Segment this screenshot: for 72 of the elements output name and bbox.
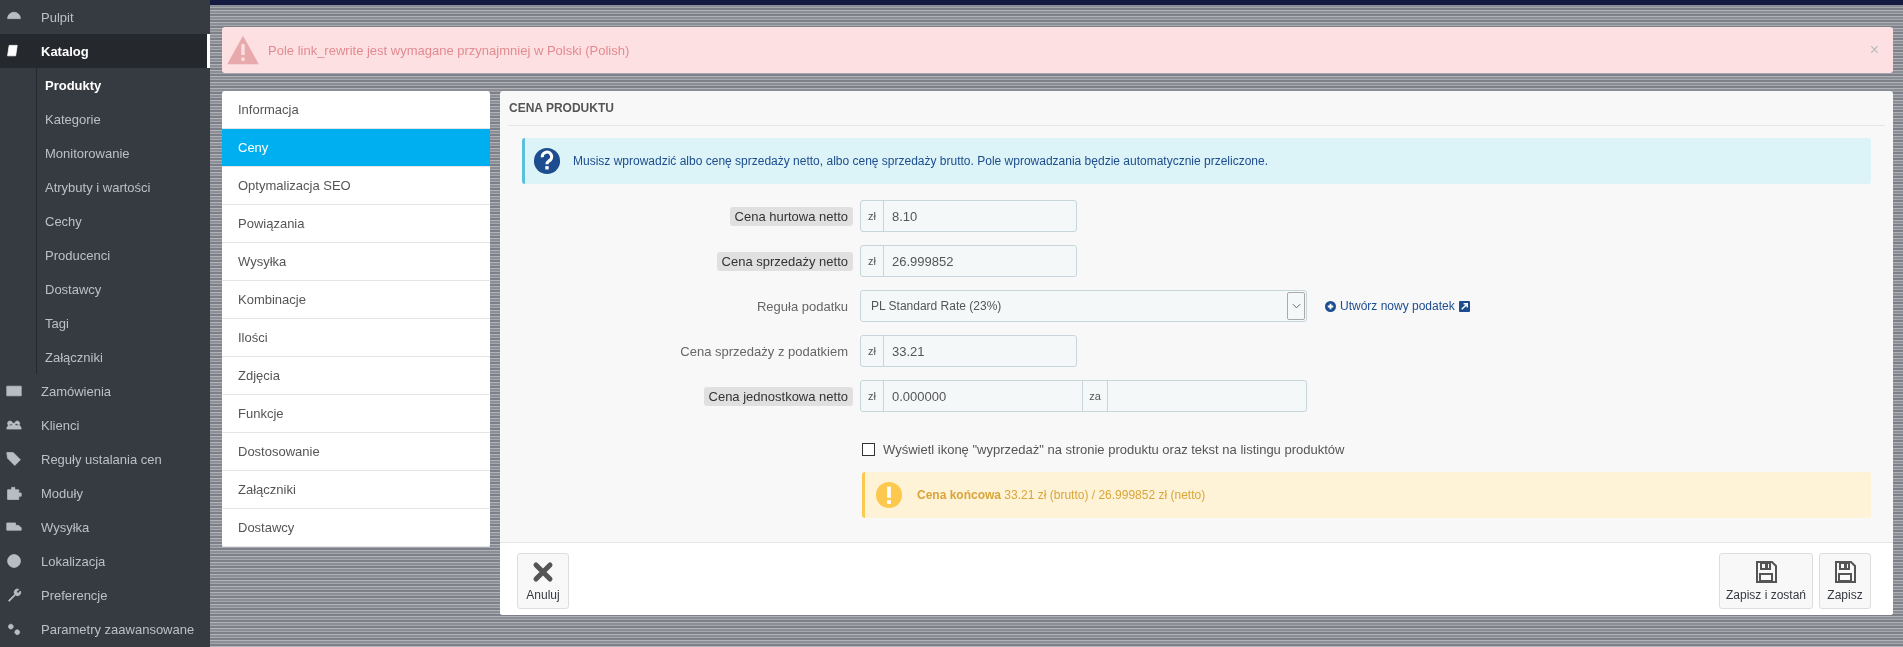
price-input[interactable]: 8.10: [884, 201, 1076, 231]
tab[interactable]: Optymalizacja SEO: [222, 167, 490, 205]
close-icon: [531, 560, 555, 584]
sidebar-item[interactable]: Zamówienia: [0, 374, 210, 408]
error-message: Pole link_rewrite jest wymagane przynajmniej w Polski (Polish): [268, 42, 631, 58]
tab[interactable]: Dostawcy: [222, 509, 490, 547]
exclamation-icon: [875, 481, 903, 509]
tax-rule-select[interactable]: PL Standard Rate (23%): [860, 290, 1307, 322]
sidebar-item[interactable]: Reguły ustalania cen: [0, 442, 210, 476]
field-label: Cena sprzedaży netto: [716, 251, 853, 271]
sidebar-item[interactable]: Katalog: [0, 34, 210, 68]
price-field[interactable]: zł 26.999852: [860, 245, 1077, 277]
currency-label: zł: [861, 381, 884, 411]
info-message: Musisz wprowadzić albo cenę sprzedaży netto, albo cenę sprzedaży brutto. Pole wprowadzania będzie automatycznie przeliczone.: [573, 154, 1269, 168]
tab[interactable]: Powiązania: [222, 205, 490, 243]
tab[interactable]: Ilości: [222, 319, 490, 357]
currency-label: zł: [861, 246, 884, 276]
sidebar-item[interactable]: Wysyłka: [0, 510, 210, 544]
warning-icon: [226, 35, 260, 65]
question-icon: [533, 147, 561, 175]
price-field[interactable]: zł 0.000000 za: [860, 380, 1307, 412]
submenu-item[interactable]: Atrybuty i wartości: [37, 170, 210, 204]
submenu-item[interactable]: Dostawcy: [37, 272, 210, 306]
field-label: Cena hurtowa netto: [729, 206, 853, 226]
sidebar-item[interactable]: Preferencje: [0, 578, 210, 612]
submenu-item[interactable]: Kategorie: [37, 102, 210, 136]
sidebar-item[interactable]: Klienci: [0, 408, 210, 442]
submenu-item[interactable]: Produkty: [37, 68, 210, 102]
tab[interactable]: Załączniki: [222, 471, 490, 509]
menu-item-icon: [6, 587, 22, 603]
checkbox-label: Wyświetl ikonę "wyprzedaż" na stronie produktu oraz tekst na listingu produktów: [883, 442, 1345, 457]
menu-item-icon: [6, 553, 22, 569]
submenu-item[interactable]: Producenci: [37, 238, 210, 272]
currency-label: zł: [861, 336, 884, 366]
tab[interactable]: Wysyłka: [222, 243, 490, 281]
save-button[interactable]: Zapisz i zostań: [1718, 553, 1813, 609]
external-link-icon: [1458, 300, 1470, 312]
sidebar-item[interactable]: Parametry zaawansowane: [0, 612, 210, 646]
menu-item-icon: [6, 621, 22, 637]
tab[interactable]: Kombinacje: [222, 281, 490, 319]
unit-label: za: [1082, 381, 1108, 411]
checkbox[interactable]: [862, 443, 875, 456]
field-label: Cena sprzedaży z podatkiem: [679, 342, 849, 361]
currency-label: zł: [861, 201, 884, 231]
plus-icon: [1325, 300, 1336, 312]
tab[interactable]: Funkcje: [222, 395, 490, 433]
menu-item-icon: [6, 451, 22, 467]
tab[interactable]: Dostosowanie: [222, 433, 490, 471]
field-label: Reguła podatku: [755, 297, 849, 316]
final-price-text: Cena końcowa 33.21 zł (brutto) / 26.999852 zł (netto): [917, 488, 1206, 502]
sidebar-item[interactable]: Moduły: [0, 476, 210, 510]
panel-title: CENA PRODUKTU: [508, 91, 1885, 126]
price-input[interactable]: 26.999852: [884, 246, 1076, 276]
sidebar-item[interactable]: Lokalizacja: [0, 544, 210, 578]
caret-icon: [1291, 303, 1301, 309]
cancel-button[interactable]: Anuluj: [517, 553, 569, 609]
submenu-item[interactable]: Cechy: [37, 204, 210, 238]
submenu-item[interactable]: Monitorowanie: [37, 136, 210, 170]
tab[interactable]: Zdjęcia: [222, 357, 490, 395]
field-label: Cena jednostkowa netto: [703, 386, 853, 406]
price-field[interactable]: zł 8.10: [860, 200, 1077, 232]
menu-item-icon: [6, 485, 22, 501]
price-input[interactable]: 0.000000: [884, 381, 1082, 411]
submenu-item[interactable]: Załączniki: [37, 340, 210, 374]
price-field[interactable]: zł 33.21: [860, 335, 1077, 367]
menu-item-icon: [6, 383, 22, 399]
create-tax-link[interactable]: Utwórz nowy podatek: [1325, 299, 1470, 313]
sidebar-item[interactable]: Pulpit: [0, 0, 210, 34]
price-input[interactable]: 33.21: [884, 336, 1076, 366]
submenu-item[interactable]: Tagi: [37, 306, 210, 340]
menu-item-icon: [6, 417, 22, 433]
save-button[interactable]: Zapisz: [1819, 553, 1871, 609]
